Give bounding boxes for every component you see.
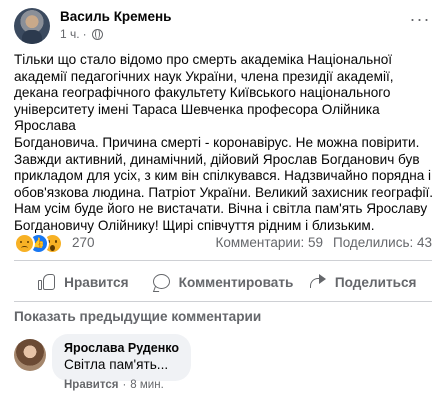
post-header: Василь Кремень 1 ч. · ··· [14,8,434,44]
post-text: Тільки що стало відомо про смерть академ… [14,52,434,233]
facebook-post: Василь Кремень 1 ч. · ··· Тільки що стал… [0,0,445,403]
post-time[interactable]: 1 ч. [60,27,80,41]
comment-like-link[interactable]: Нравится [64,379,118,391]
share-button[interactable]: Поделиться [293,265,432,299]
comment-button-label: Комментировать [178,274,294,290]
divider [14,260,432,261]
shares-count[interactable]: Поделились: 43 [333,235,432,250]
like-button[interactable]: Нравится [14,265,153,299]
comment-bubble: Ярослава Руденко Світла пам'ять... [52,334,192,381]
comment-time[interactable]: 8 мин. [130,379,163,391]
show-previous-comments-link[interactable]: Показать предыдущие комментарии [14,309,261,324]
commenter-name[interactable]: Ярослава Руденко [64,341,179,356]
comment-text: Світла пам'ять... [64,357,169,372]
like-button-label: Нравится [64,274,129,290]
ellipsis-icon[interactable]: ··· [408,10,432,34]
author-avatar[interactable] [14,8,50,44]
share-button-label: Поделиться [334,274,417,290]
comment-meta: Нравится · 8 мин. [64,379,164,391]
post-meta: 1 ч. · [60,27,103,41]
comment-meta-separator: · [122,379,127,391]
thumbs-up-icon [38,273,56,291]
reactions-bar: 👍 270 Комментарии: 59 Поделились: 43 [14,232,434,254]
globe-icon[interactable] [91,28,103,40]
author-name[interactable]: Василь Кремень [60,9,171,24]
action-bar: Нравится Комментировать Поделиться [14,265,432,299]
divider [14,301,432,302]
meta-separator: · [82,27,87,41]
comment-button[interactable]: Комментировать [152,265,294,299]
reaction-count[interactable]: 270 [72,235,95,250]
comment-icon [152,273,171,291]
post-stats: Комментарии: 59 Поделились: 43 [215,235,432,250]
sad-reaction-icon[interactable] [14,233,35,254]
commenter-avatar[interactable] [14,339,46,371]
comments-count[interactable]: Комментарии: 59 [215,235,323,250]
share-icon [309,273,327,291]
